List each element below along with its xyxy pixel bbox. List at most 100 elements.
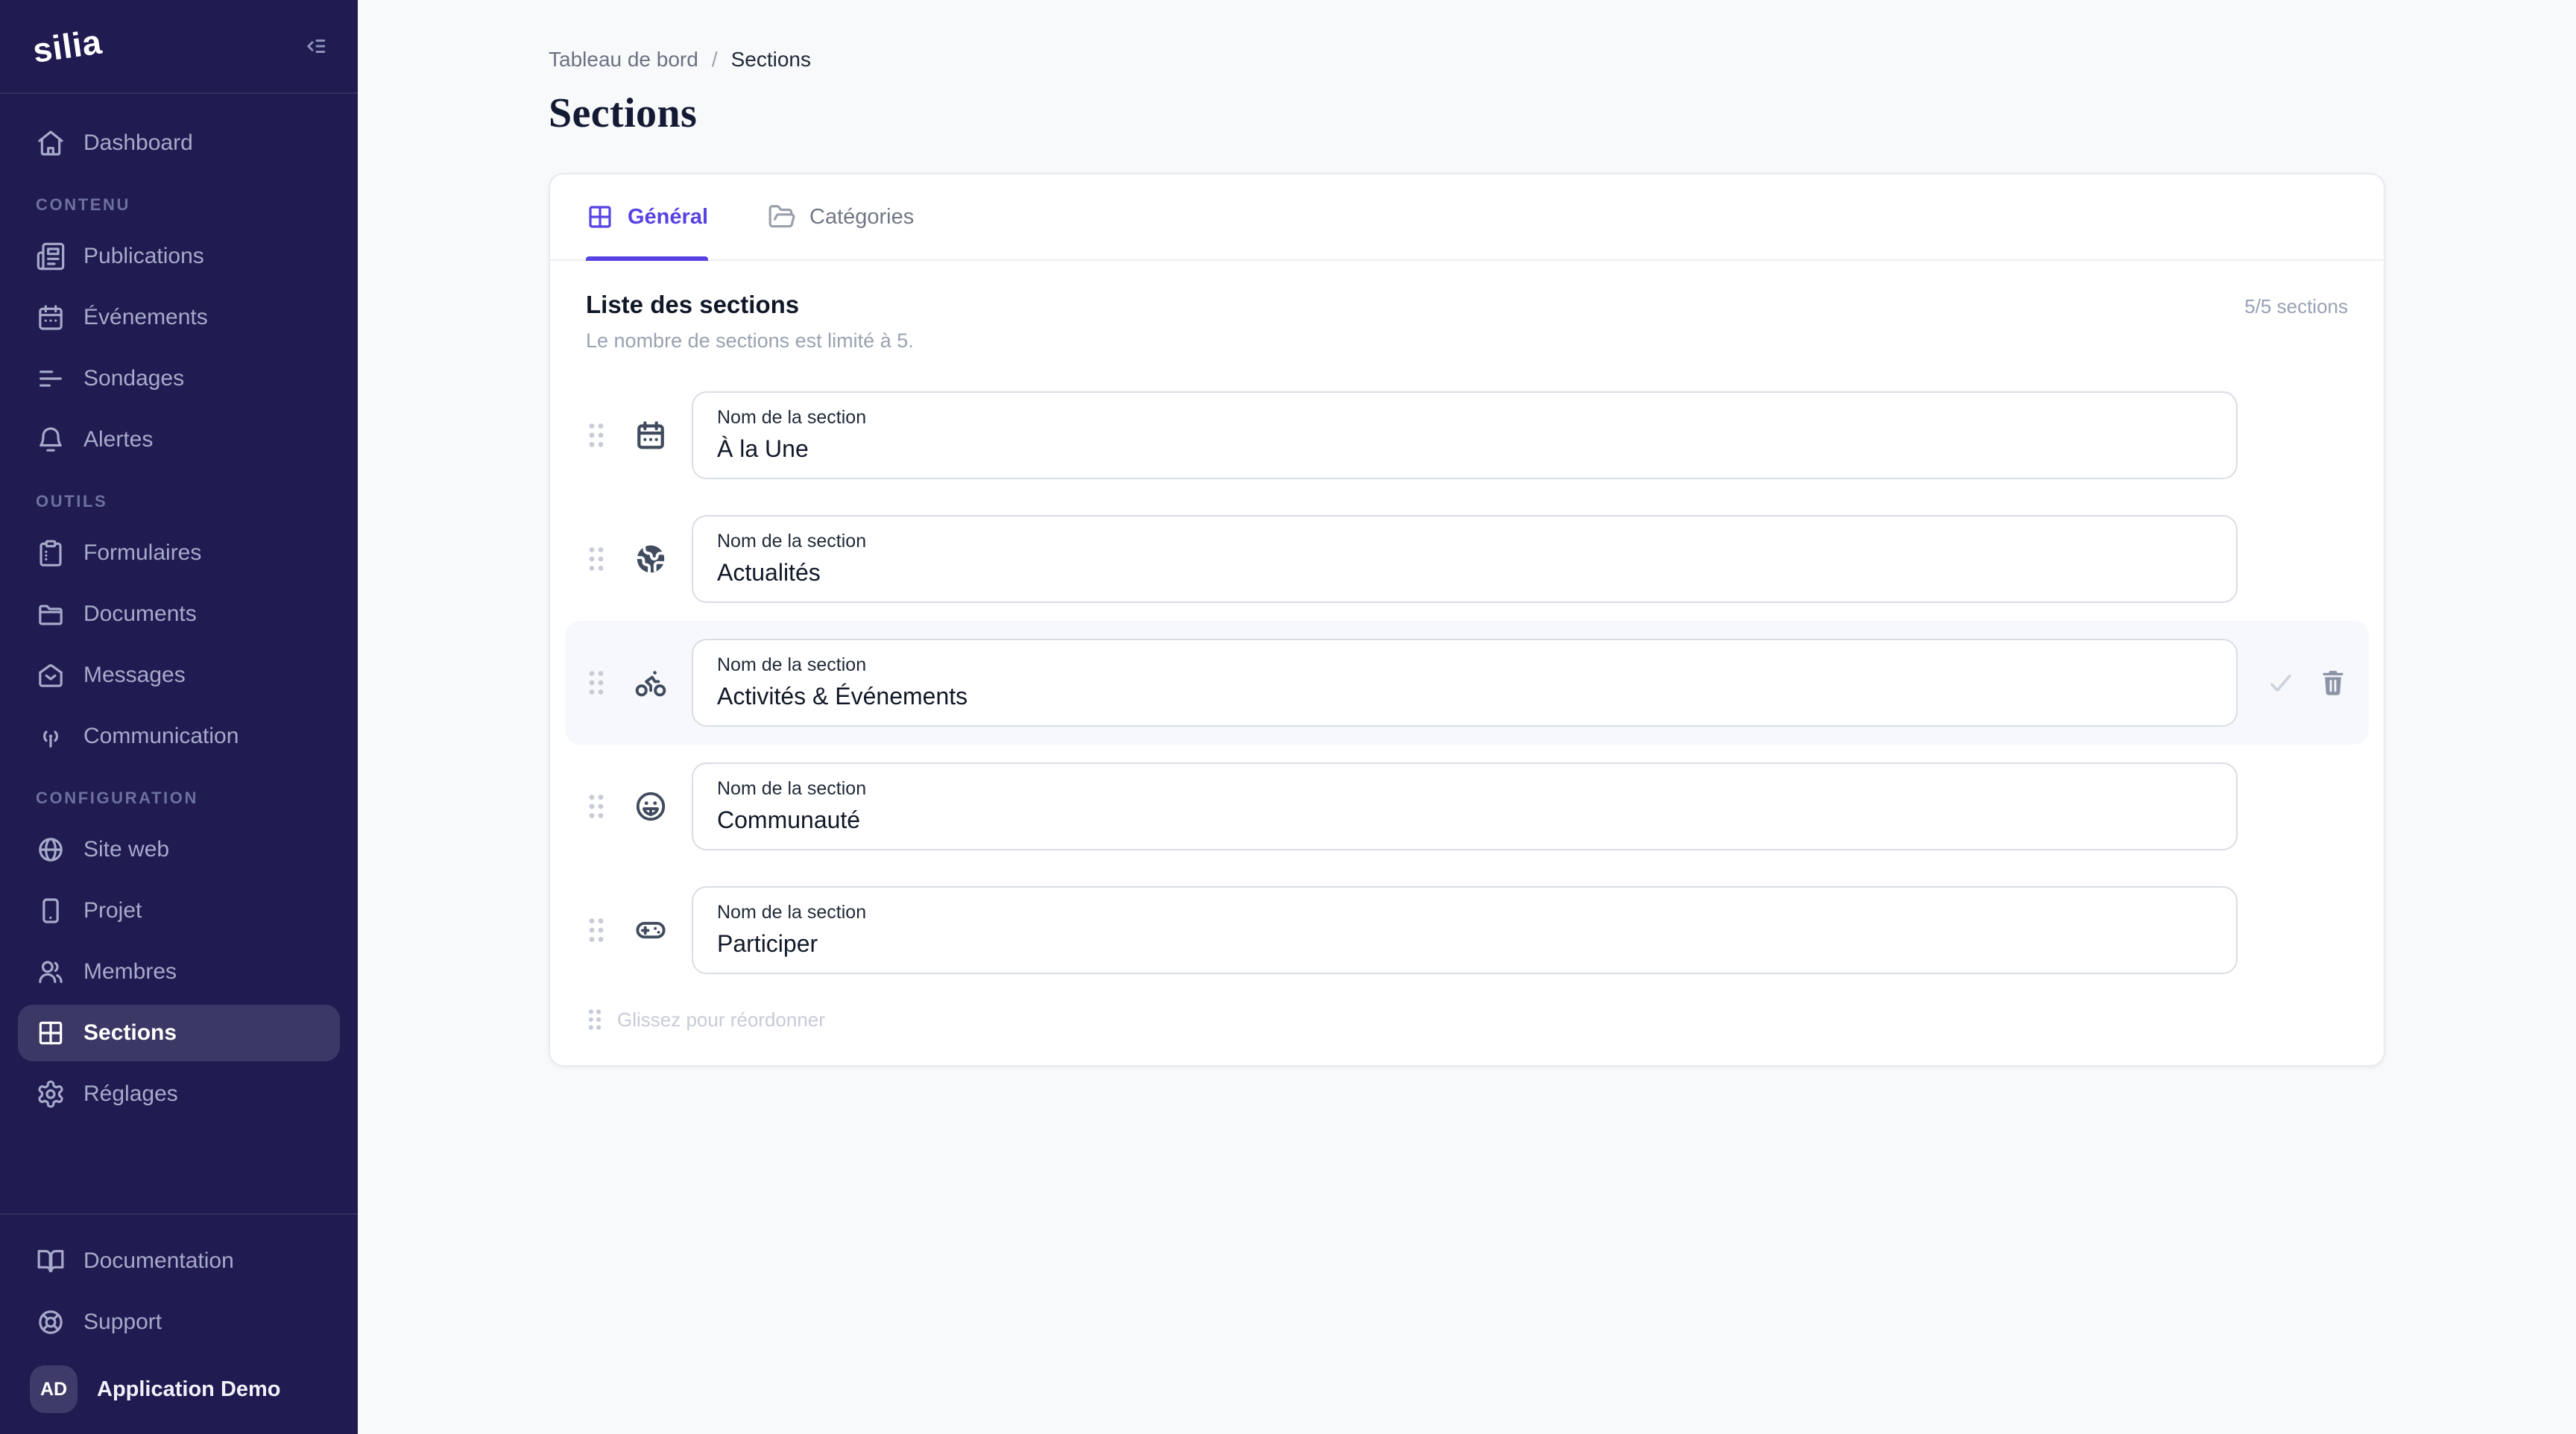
tab-general[interactable]: Général xyxy=(586,174,708,259)
calendar-section-icon xyxy=(634,418,668,452)
section-name-value: Participer xyxy=(717,926,2212,961)
sidebar-item-label: Support xyxy=(83,1310,162,1335)
sidebar-item-membres[interactable]: Membres xyxy=(18,944,340,1000)
sidebar-item-support[interactable]: Support xyxy=(18,1294,340,1351)
drag-handle-icon[interactable] xyxy=(586,915,607,945)
mail-open-icon xyxy=(36,660,66,690)
section-name-value: Actualités xyxy=(717,555,2212,590)
field-label: Nom de la section xyxy=(717,528,2212,554)
sidebar-item-projet[interactable]: Projet xyxy=(18,882,340,939)
breadcrumb: Tableau de bord / Sections xyxy=(549,48,2385,72)
sidebar-nav: Dashboard CONTENU Publications Événement… xyxy=(0,94,358,1127)
sidebar-item-label: Site web xyxy=(83,837,169,862)
sections-list: Nom de la section À la Une Nom de la sec… xyxy=(565,373,2369,1032)
sidebar-section-configuration: CONFIGURATION xyxy=(36,789,322,808)
field-label: Nom de la section xyxy=(717,900,2212,925)
calendar-icon xyxy=(36,303,66,332)
drag-handle-icon[interactable] xyxy=(586,668,607,698)
avatar: AD xyxy=(30,1365,78,1413)
drag-handle-icon[interactable] xyxy=(586,544,607,574)
sidebar-item-formulaires[interactable]: Formulaires xyxy=(18,525,340,581)
drag-handle-icon[interactable] xyxy=(586,420,607,450)
app-root: silia Dashboard CONTENU Publications Évé… xyxy=(0,0,2576,1434)
reorder-hint-label: Glissez pour réordonner xyxy=(617,1008,825,1032)
sidebar-item-alertes[interactable]: Alertes xyxy=(18,411,340,468)
sidebar-item-sections[interactable]: Sections xyxy=(18,1005,340,1061)
earth-section-icon xyxy=(634,542,668,576)
panel-collapse-icon xyxy=(301,33,328,60)
sidebar-item-label: Publications xyxy=(83,244,204,269)
section-name-value: À la Une xyxy=(717,432,2212,466)
page-title: Sections xyxy=(549,89,2385,137)
field-label: Nom de la section xyxy=(717,776,2212,801)
breadcrumb-dashboard-link[interactable]: Tableau de bord xyxy=(549,48,698,72)
list-title: Liste des sections xyxy=(586,291,914,319)
drag-handle-icon xyxy=(586,1007,604,1032)
confirm-button[interactable] xyxy=(2264,666,2297,699)
sidebar-item-dashboard[interactable]: Dashboard xyxy=(18,115,340,171)
tab-categories[interactable]: Catégories xyxy=(768,174,914,259)
sidebar-item-label: Messages xyxy=(83,663,186,688)
sidebar-item-documentation[interactable]: Documentation xyxy=(18,1233,340,1289)
globe-icon xyxy=(36,835,66,865)
section-name-input[interactable]: Nom de la section Activités & Événements xyxy=(692,639,2238,727)
sidebar-item-label: Sondages xyxy=(83,366,184,391)
sidebar-item-label: Événements xyxy=(83,305,208,330)
grid-tab-icon xyxy=(586,203,614,231)
drag-handle-icon[interactable] xyxy=(586,792,607,821)
sidebar-item-evenements[interactable]: Événements xyxy=(18,289,340,346)
sidebar-item-documents[interactable]: Documents xyxy=(18,586,340,642)
sidebar-section-outils: OUTILS xyxy=(36,492,322,511)
app-logo: silia xyxy=(28,22,104,72)
section-name-input[interactable]: Nom de la section À la Une xyxy=(692,391,2238,479)
list-header: Liste des sections Le nombre de sections… xyxy=(586,291,2348,353)
section-row-active: Nom de la section Activités & Événements xyxy=(565,621,2369,745)
delete-button[interactable] xyxy=(2318,668,2348,698)
section-name-input[interactable]: Nom de la section Participer xyxy=(692,886,2238,974)
sidebar-item-label: Documents xyxy=(83,601,197,627)
users-icon xyxy=(36,957,66,987)
section-row: Nom de la section À la Une xyxy=(565,373,2369,497)
sections-card: Général Catégories Liste des sections Le… xyxy=(549,173,2385,1067)
trash-icon xyxy=(2318,668,2348,698)
folder-open-icon xyxy=(768,203,796,231)
sections-panel: Liste des sections Le nombre de sections… xyxy=(550,261,2384,1065)
smartphone-icon xyxy=(36,896,66,926)
check-icon xyxy=(2264,666,2297,699)
sidebar-item-messages[interactable]: Messages xyxy=(18,647,340,704)
bell-icon xyxy=(36,425,66,455)
sidebar-item-sondages[interactable]: Sondages xyxy=(18,350,340,407)
sidebar-item-communication[interactable]: Communication xyxy=(18,708,340,765)
sidebar-item-label: Documentation xyxy=(83,1248,234,1274)
folder-icon xyxy=(36,599,66,629)
sidebar-item-label: Réglages xyxy=(83,1081,178,1107)
sidebar-collapse-button[interactable] xyxy=(295,27,334,66)
sidebar-item-label: Dashboard xyxy=(83,130,193,156)
broadcast-icon xyxy=(36,721,66,751)
gear-icon xyxy=(36,1079,66,1109)
newspaper-icon xyxy=(36,241,66,271)
sidebar-item-reglages[interactable]: Réglages xyxy=(18,1066,340,1122)
tab-label: Catégories xyxy=(809,205,914,230)
sidebar: silia Dashboard CONTENU Publications Évé… xyxy=(0,0,358,1434)
sections-count-badge: 5/5 sections xyxy=(2244,291,2348,318)
reorder-hint: Glissez pour réordonner xyxy=(565,992,2369,1032)
section-name-input[interactable]: Nom de la section Communauté xyxy=(692,762,2238,850)
home-icon xyxy=(36,128,66,158)
section-name-value: Communauté xyxy=(717,803,2212,837)
book-open-icon xyxy=(36,1246,66,1276)
grid-icon xyxy=(36,1018,66,1048)
sidebar-item-site-web[interactable]: Site web xyxy=(18,821,340,878)
sidebar-item-label: Alertes xyxy=(83,427,153,452)
sidebar-item-publications[interactable]: Publications xyxy=(18,228,340,285)
section-row: Nom de la section Actualités xyxy=(565,497,2369,621)
section-name-input[interactable]: Nom de la section Actualités xyxy=(692,515,2238,603)
main-content: Tableau de bord / Sections Sections Géné… xyxy=(358,0,2576,1434)
account-name: Application Demo xyxy=(97,1377,281,1402)
section-row: Nom de la section Participer xyxy=(565,868,2369,992)
clipboard-icon xyxy=(36,538,66,568)
account-menu[interactable]: AD Application Demo xyxy=(18,1355,340,1413)
breadcrumb-current: Sections xyxy=(731,48,811,72)
row-actions xyxy=(2261,666,2348,699)
bike-section-icon xyxy=(634,666,668,700)
